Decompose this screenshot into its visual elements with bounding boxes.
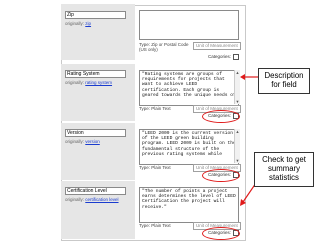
description-arrowhead	[240, 74, 245, 80]
callout-arrows	[240, 74, 258, 206]
summary-callout: Check to get summary statistics	[254, 152, 314, 187]
description-callout: Description for field	[258, 68, 310, 94]
summary-arrowhead	[240, 199, 246, 206]
